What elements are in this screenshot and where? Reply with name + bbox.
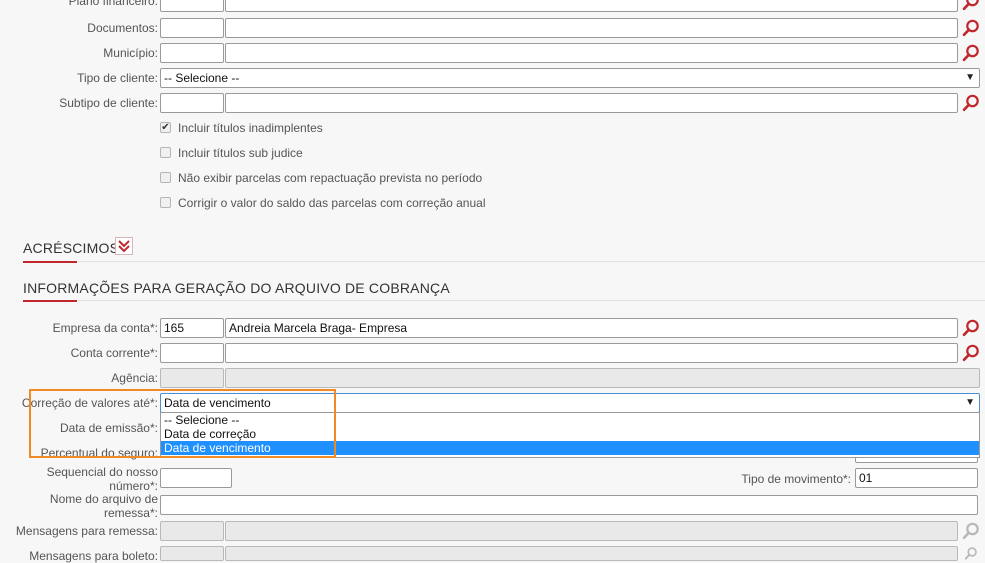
search-icon [961, 546, 981, 561]
search-icon [961, 521, 981, 541]
tipo-cliente-label: Tipo de cliente: [77, 71, 158, 85]
section-title-acrescimos: ACRÉSCIMOS [23, 240, 120, 256]
checkbox-incluir-inadimplentes[interactable]: ✔ [160, 122, 171, 133]
divider [78, 300, 985, 301]
search-icon[interactable] [961, 18, 981, 38]
conta-corrente-name-input[interactable] [225, 343, 958, 363]
municipio-label: Município: [103, 46, 158, 60]
sequencial-input[interactable] [160, 468, 232, 488]
tipo-cliente-select[interactable]: -- Selecione -- ▼ [160, 68, 980, 88]
municipio-name-input[interactable] [225, 43, 958, 63]
tipo-movimento-label: Tipo de movimento*: [741, 472, 851, 486]
checkbox-label: Não exibir parcelas com repactuação prev… [178, 171, 483, 185]
double-chevron-down-icon [118, 240, 130, 253]
documentos-name-input[interactable] [225, 18, 958, 38]
checkbox-label: Corrigir o valor do saldo das parcelas c… [178, 196, 486, 210]
sequencial-label: Sequencial do nosso número*: [46, 465, 158, 493]
checkbox-label: Incluir títulos sub judice [178, 146, 303, 160]
msg-remessa-name-input [225, 521, 958, 541]
conta-corrente-code-input[interactable] [160, 343, 224, 363]
nome-arquivo-input[interactable] [160, 495, 978, 515]
subtipo-cliente-label: Subtipo de cliente: [59, 96, 158, 110]
msg-boleto-name-input [225, 546, 958, 561]
checkbox-label: Incluir títulos inadimplentes [178, 121, 323, 135]
subtipo-cliente-code-input[interactable] [160, 93, 224, 113]
subtipo-cliente-name-input[interactable] [225, 93, 958, 113]
empresa-conta-label: Empresa da conta*: [52, 321, 158, 335]
mensagens-remessa-label: Mensagens para remessa: [15, 524, 158, 538]
plano-financeiro-label: Plano financeiro: [68, 0, 158, 8]
divider [78, 261, 985, 262]
documentos-label: Documentos: [87, 21, 158, 35]
checkbox-incluir-sub-judice[interactable] [160, 147, 171, 158]
search-icon[interactable] [961, 0, 981, 12]
checkbox-corrigir-saldo[interactable] [160, 197, 171, 208]
section-title-cobranca: INFORMAÇÕES PARA GERAÇÃO DO ARQUIVO DE C… [23, 280, 450, 296]
empresa-code-input[interactable]: 165 [160, 318, 224, 338]
municipio-code-input[interactable] [160, 43, 224, 63]
plano-financeiro-name-input[interactable] [225, 0, 958, 12]
conta-corrente-label: Conta corrente*: [70, 346, 158, 360]
nome-arquivo-label: Nome do arquivo de remessa*: [49, 492, 158, 520]
checkbox-nao-exibir-repactuacao[interactable] [160, 172, 171, 183]
msg-boleto-code-input [160, 546, 224, 561]
search-icon[interactable] [961, 93, 981, 113]
documentos-code-input[interactable] [160, 18, 224, 38]
dropdown-arrow-icon: ▼ [965, 72, 975, 83]
expand-acrescimos-button[interactable] [115, 237, 133, 255]
search-icon[interactable] [961, 43, 981, 63]
search-icon[interactable] [961, 343, 981, 363]
msg-remessa-code-input [160, 521, 224, 541]
plano-financeiro-code-input[interactable] [160, 0, 224, 12]
section-underline [23, 261, 77, 263]
tipo-cliente-value: -- Selecione -- [164, 71, 240, 85]
search-icon[interactable] [961, 318, 981, 338]
section-underline [23, 300, 77, 302]
agencia-code-input [160, 368, 224, 388]
dropdown-arrow-icon: ▼ [965, 397, 975, 408]
highlight-box [29, 389, 336, 458]
agencia-label: Agência: [111, 371, 158, 385]
empresa-name-input[interactable]: Andreia Marcela Braga- Empresa [225, 318, 958, 338]
tipo-movimento-input[interactable]: 01 [855, 468, 978, 488]
agencia-name-input [225, 368, 980, 388]
